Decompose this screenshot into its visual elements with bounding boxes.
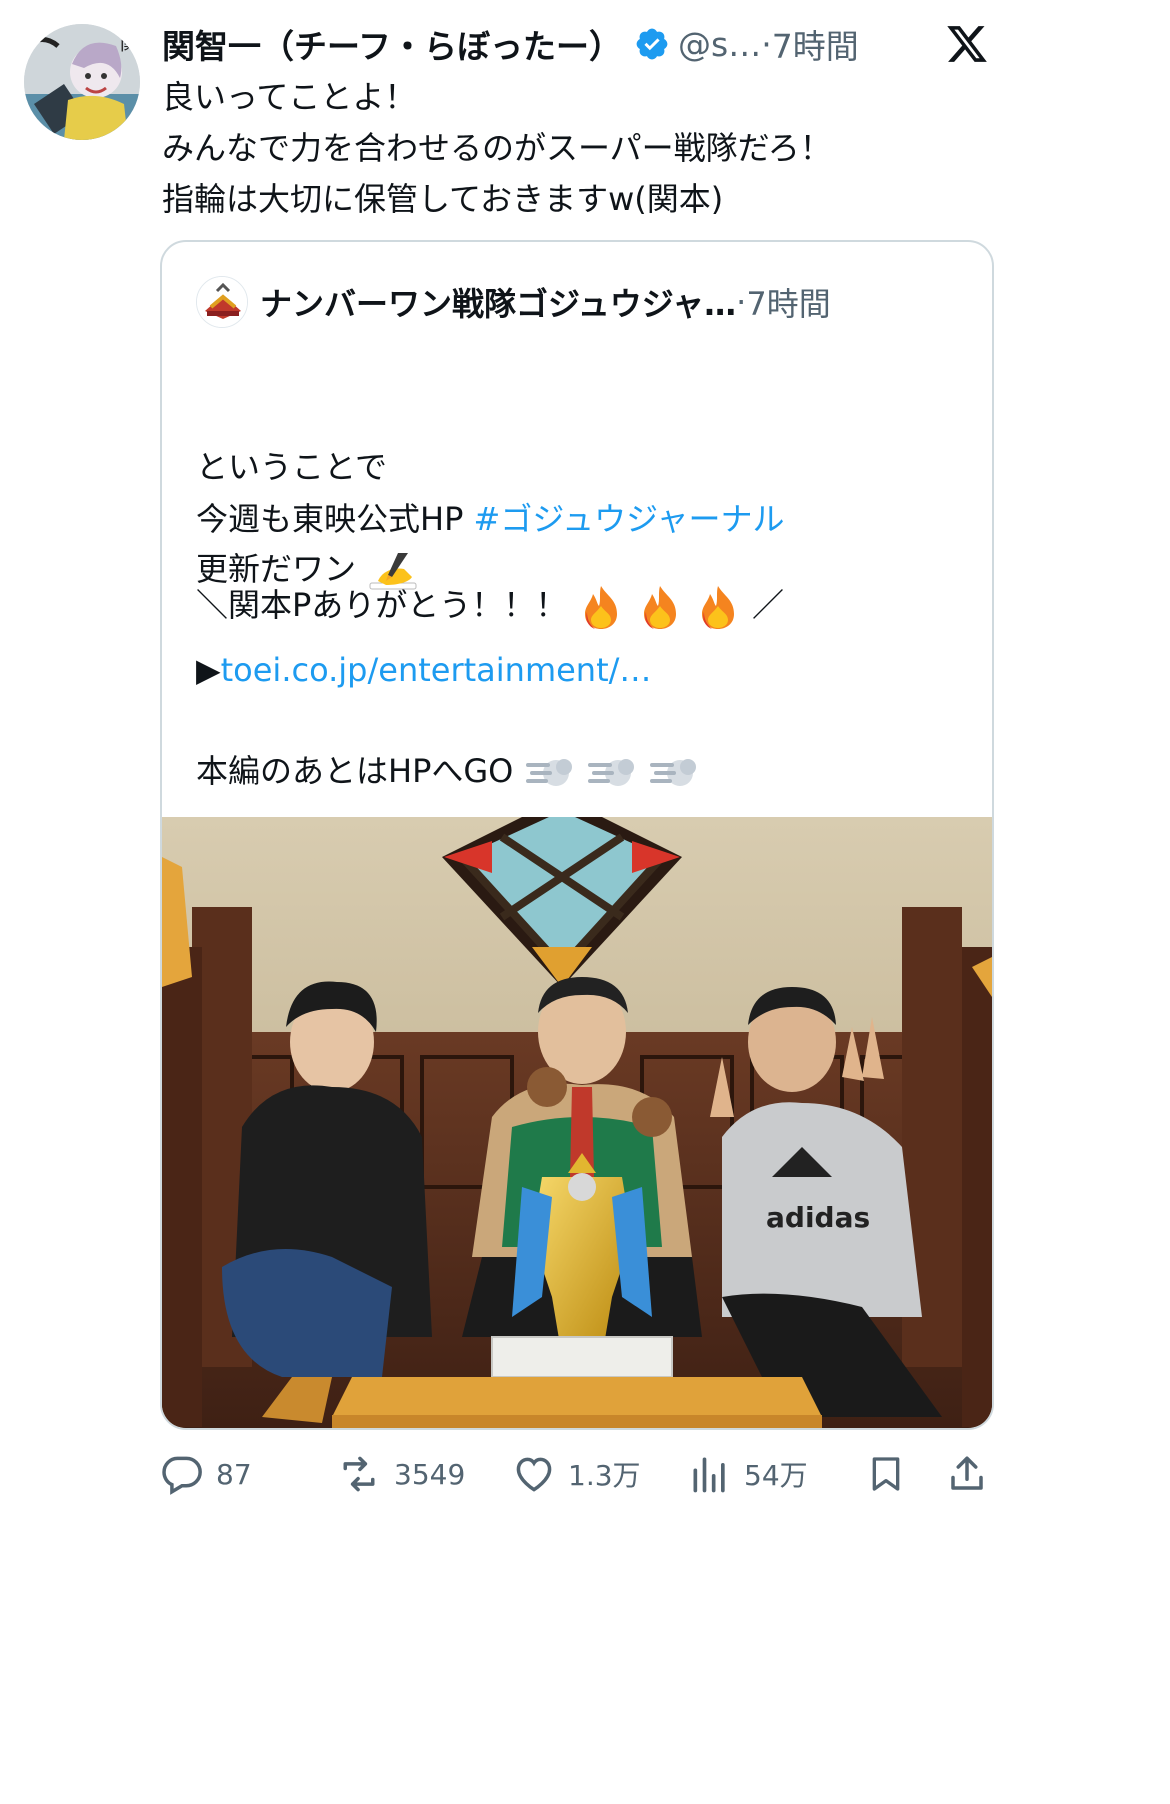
repost-icon <box>343 1456 375 1492</box>
repost-count: 3549 <box>394 1457 466 1491</box>
tweet-photo[interactable]: adidas <box>162 817 992 1428</box>
reply-icon <box>162 1456 202 1495</box>
svg-text:adidas: adidas <box>766 1201 870 1234</box>
share-icon <box>951 1456 983 1490</box>
author-handle[interactable]: @s… <box>678 25 761 64</box>
quoted-text-line-4: 更新だワン <box>196 544 420 594</box>
heart-icon <box>516 1457 552 1492</box>
hashtag-link[interactable]: #ゴジュウジャーナル <box>474 500 785 538</box>
fire-emoji-icon <box>585 586 618 629</box>
tweet-timestamp[interactable]: 7時間 <box>772 20 859 68</box>
tweet-text-line: 指輪は大切に保管しておきますw(関本) <box>162 180 724 218</box>
external-link[interactable]: toei.co.jp/entertainment/… <box>221 651 652 689</box>
tweet-text: 良いってことよ！ みんなで力を合わせるのがスーパー戦隊だろ！ 指輪は大切に保管し… <box>162 72 982 225</box>
quoted-text: 本編のあとはHPへGO <box>196 752 514 790</box>
like-count: 1.3万 <box>568 1459 641 1492</box>
svg-text:関: 関 <box>120 34 138 55</box>
author-display-name[interactable]: 関智一（チーフ・らぼったー） <box>162 20 622 68</box>
share-button[interactable] <box>946 1442 988 1506</box>
quoted-header-separator: · <box>736 283 747 321</box>
reply-button[interactable]: 87 <box>160 1442 252 1506</box>
x-logo-icon[interactable] <box>944 22 990 66</box>
fire-emoji-icon <box>643 586 676 629</box>
bookmark-button[interactable] <box>866 1442 906 1506</box>
verified-badge-icon <box>636 28 668 60</box>
tweet-text-line: 良いってことよ！ <box>162 78 417 116</box>
quoted-text-line-5: ▶toei.co.jp/entertainment/… <box>196 645 651 695</box>
dash-emoji-icon <box>525 759 572 786</box>
views-icon <box>693 1457 725 1493</box>
header-separator: · <box>761 24 772 64</box>
views-button[interactable]: 54万 <box>688 1442 808 1506</box>
tweet-header: 関智一（チーフ・らぼったー） @s… · 7時間 <box>162 18 922 70</box>
tweet-text-line: みんなで力を合わせるのがスーパー戦隊だろ！ <box>162 129 832 167</box>
repost-button[interactable]: 3549 <box>336 1442 465 1506</box>
quoted-text-line-6: 本編のあとはHPへGO <box>196 746 700 796</box>
author-avatar[interactable]: 関 <box>24 24 140 140</box>
like-button[interactable]: 1.3万 <box>512 1442 641 1506</box>
fire-emoji-icon <box>701 586 734 629</box>
quoted-tweet-header: ナンバーワン戦隊ゴジュウジャ… · 7時間 <box>260 274 980 330</box>
writing-hand-emoji-icon <box>369 553 417 590</box>
bookmark-icon <box>872 1457 900 1491</box>
reply-count: 87 <box>216 1457 252 1491</box>
quoted-text: 今週も東映公式HP <box>196 500 474 538</box>
quoted-tweet-card[interactable]: ナンバーワン戦隊ゴジュウジャ… · 7時間 ＼関本Pありがとう！！！ ／ という… <box>160 240 994 1430</box>
dash-emoji-icon <box>649 759 696 786</box>
quoted-text: ／ <box>752 586 785 624</box>
quoted-author-name[interactable]: ナンバーワン戦隊ゴジュウジャ… <box>260 279 736 325</box>
quoted-tweet-timestamp[interactable]: 7時間 <box>746 279 830 325</box>
link-arrow: ▶ <box>196 651 221 689</box>
quoted-author-avatar[interactable] <box>196 276 248 328</box>
quoted-text: ということで <box>196 448 388 486</box>
quoted-text: 更新だワン <box>196 550 357 588</box>
dash-emoji-icon <box>587 759 634 786</box>
tweet-action-bar: 87 3549 1.3万 54万 <box>160 1442 1000 1506</box>
quoted-text-line-3: 今週も東映公式HP #ゴジュウジャーナル <box>196 494 785 544</box>
views-count: 54万 <box>744 1459 808 1492</box>
quoted-text-line-2: ということで <box>196 442 387 492</box>
